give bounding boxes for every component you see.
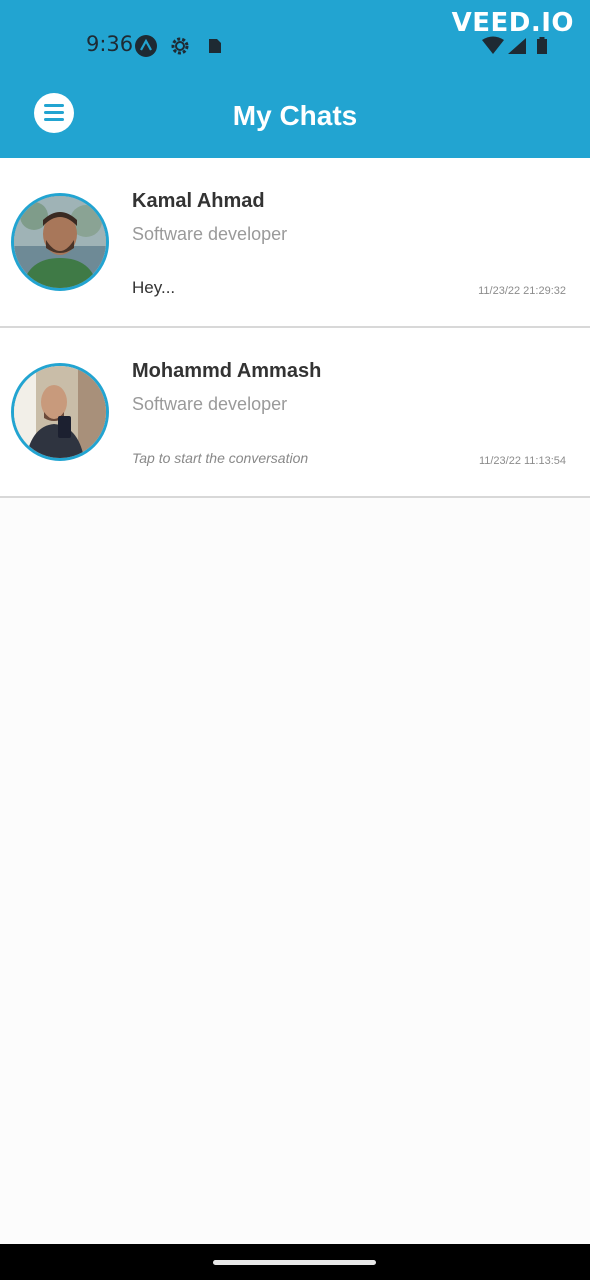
sd-card-icon	[205, 35, 227, 57]
avatar	[11, 363, 109, 461]
avatar	[11, 193, 109, 291]
system-status-icons	[480, 36, 550, 56]
system-navigation-bar	[0, 1244, 590, 1280]
home-indicator[interactable]	[213, 1260, 376, 1265]
last-message: Tap to start the conversation	[132, 450, 309, 466]
chat-name: Kamal Ahmad	[132, 190, 265, 212]
app-icon	[135, 35, 157, 57]
chat-timestamp: 11/23/22 11:13:54	[478, 455, 566, 467]
wifi-icon	[482, 36, 504, 54]
chat-list-screen: 9:36 VEED.IO My Chats Kamal Ahmad Softwa…	[0, 0, 590, 1280]
chat-timestamp: 11/23/22 21:29:32	[478, 285, 566, 297]
page-title: My Chats	[232, 100, 358, 131]
status-time: 9:36	[86, 32, 134, 56]
last-message: Hey...	[132, 278, 176, 297]
settings-gear-icon	[169, 35, 191, 57]
chat-subtitle: Software developer	[132, 224, 288, 244]
chat-name: Mohammd Ammash	[132, 360, 322, 382]
battery-icon	[537, 37, 547, 54]
app-header: 9:36 VEED.IO My Chats	[0, 0, 590, 158]
chat-list-item[interactable]: Mohammd Ammash Software developer Tap to…	[0, 328, 590, 498]
chat-subtitle: Software developer	[132, 394, 288, 414]
chat-list: Kamal Ahmad Software developer Hey... 11…	[0, 158, 590, 498]
watermark: VEED.IO	[451, 8, 574, 38]
chat-list-item[interactable]: Kamal Ahmad Software developer Hey... 11…	[0, 158, 590, 328]
signal-icon	[508, 38, 526, 54]
